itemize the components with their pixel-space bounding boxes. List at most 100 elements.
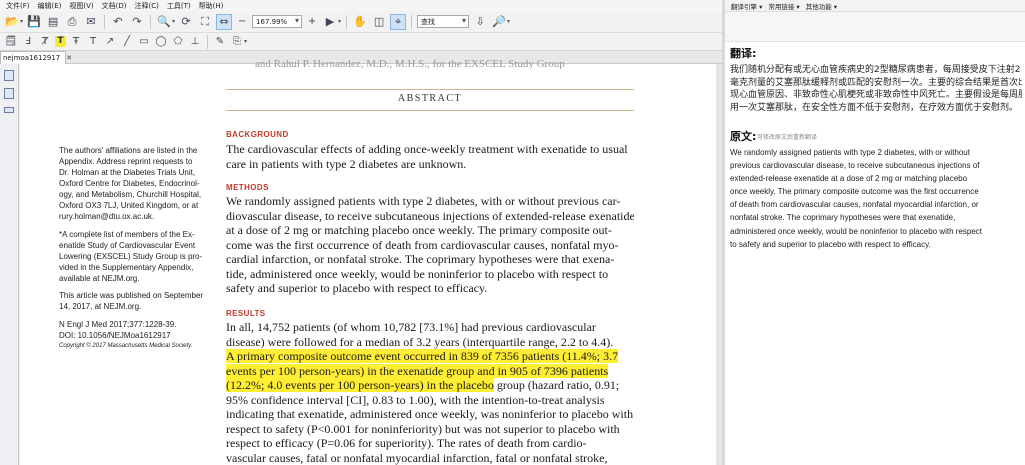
- translation-panel: 翻译引擎 ▾ 常用链接 ▾ 其他功能 ▾ 翻译: 我们随机分配有或无心血管疾病史…: [725, 0, 1025, 465]
- background-paragraph: The cardiovascular effects of adding onc…: [226, 142, 634, 171]
- menu-common-links[interactable]: 常用链接 ▾: [768, 1, 799, 11]
- text-line: diovascular disease, to receive subcutan…: [226, 208, 634, 223]
- fit-page-icon[interactable]: ⛶: [197, 14, 213, 30]
- translation-line: 毫克剂量的艾塞那肽缓释剂或匹配的安慰剂一次。主要的综合结果是首次出: [730, 77, 1022, 88]
- comment-toolbar: 🗒 Ⅎ Ⱦ T Ŧ T ↗ ╱ ▭ ◯ ⬠ ⊥ ✎ ⎘ ▾: [0, 33, 722, 51]
- text-line: at a dose of 2 mg or matching placebo on…: [226, 223, 612, 237]
- text-line: respect to efficacy (P=0.06 for superior…: [226, 436, 587, 450]
- translation-menu: 翻译引擎 ▾ 常用链接 ▾ 其他功能 ▾: [725, 0, 1025, 12]
- play-icon[interactable]: ▶: [322, 14, 338, 30]
- find-options-dropdown-icon[interactable]: ▾: [507, 18, 510, 25]
- save-icon[interactable]: 💾: [26, 14, 42, 30]
- translation-line: 用一次艾塞那肽，在安全性方面不低于安慰剂，在疗效方面优于安慰剂。: [730, 102, 1019, 113]
- methods-heading: METHODS: [226, 183, 269, 192]
- document-tab[interactable]: nejmoa1612917 ✕: [0, 51, 72, 64]
- note-line: Oxford Centre for Diabetes, Endocrinol-: [59, 179, 200, 188]
- original-line: We randomly assigned patients with type …: [730, 148, 970, 157]
- rectangle-icon[interactable]: ▭: [137, 35, 151, 49]
- document-tab-label: nejmoa1612917: [3, 54, 61, 62]
- find-options-icon[interactable]: 🔎: [491, 14, 507, 30]
- translation-line: 现心血管原因、非致命性心肌梗死或非致命性中风死亡。主要假设是每周服: [730, 90, 1022, 100]
- oval-icon[interactable]: ◯: [154, 35, 168, 49]
- open-dropdown-icon[interactable]: ▾: [20, 18, 23, 25]
- print-icon[interactable]: ⎙: [64, 14, 80, 30]
- note-line: 14, 2017, at NEJM.org.: [59, 302, 142, 311]
- original-line: once weekly. The primary composite outco…: [730, 187, 979, 197]
- arrow-icon[interactable]: ↗: [103, 35, 117, 49]
- abstract-title: ABSTRACT: [397, 93, 463, 104]
- original-text-editor[interactable]: We randomly assigned patients with type …: [730, 146, 1022, 251]
- original-line: nonfatal stroke. The coprimary hypothese…: [730, 213, 956, 223]
- zoom-out-icon[interactable]: −: [235, 15, 249, 29]
- abstract-rule: [226, 110, 634, 111]
- select-text-icon[interactable]: ⌖: [390, 13, 407, 30]
- highlighted-text[interactable]: (12.2%; 4.0 events per 100 person-years)…: [226, 378, 494, 392]
- menu-file[interactable]: 文件(F): [6, 1, 30, 11]
- bookmarks-panel-icon[interactable]: [4, 88, 14, 99]
- attach-dropdown-icon[interactable]: ▾: [244, 38, 247, 45]
- polygon-icon[interactable]: ⬠: [171, 35, 185, 49]
- toolbar-separator: [150, 14, 152, 29]
- results-paragraph: In all, 14,752 patients (of whom 10,782 …: [226, 320, 634, 465]
- pages-panel-icon[interactable]: [4, 70, 14, 81]
- text-line: vascular causes, fatal or nonfatal myoca…: [226, 450, 608, 465]
- text-line: disease) were followed for a median of 3…: [226, 334, 614, 349]
- note-line: Oxford OX3 7LJ, United Kingdom, or at: [59, 201, 199, 210]
- menu-document[interactable]: 文档(D): [102, 1, 127, 11]
- rotate-icon[interactable]: ⟳: [178, 14, 194, 30]
- menu-tools[interactable]: 工具(T): [167, 1, 191, 11]
- text-line: In all, 14,752 patients (of whom 10,782 …: [226, 320, 596, 334]
- email-icon[interactable]: ✉: [83, 14, 99, 30]
- text-line: The cardiovascular effects of adding onc…: [226, 142, 628, 156]
- attach-icon[interactable]: ⎘: [230, 35, 244, 49]
- zoom-in-icon[interactable]: +: [305, 15, 319, 29]
- text-line: safety and superior to placebo with resp…: [226, 281, 488, 295]
- snapshot-icon[interactable]: ◫: [371, 14, 387, 30]
- members-note: *A complete list of members of the Ex- e…: [59, 229, 217, 284]
- note-line: enatide Study of Cardiovascular Event: [59, 241, 196, 250]
- text-line: 95% confidence interval [CI], 0.83 to 1.…: [226, 392, 605, 407]
- copyright-line: Copyright © 2017 Massachusetts Medical S…: [59, 343, 193, 349]
- text-fragment: group (hazard ratio, 0.91;: [493, 378, 620, 392]
- zoom-dropdown-icon[interactable]: ▾: [172, 18, 175, 25]
- sticky-note-icon[interactable]: 🗒: [4, 35, 18, 49]
- edit-comment-icon[interactable]: ✎: [213, 35, 227, 49]
- text-line: We randomly assigned patients with type …: [226, 194, 621, 208]
- navigation-side-panel: [0, 64, 19, 465]
- translation-heading: 翻译:: [730, 47, 757, 60]
- menu-translate-engine[interactable]: 翻译引擎 ▾: [731, 1, 762, 11]
- menu-edit[interactable]: 编辑(E): [38, 1, 62, 11]
- menu-view[interactable]: 视图(V): [69, 1, 93, 11]
- redo-icon[interactable]: ↷: [129, 14, 145, 30]
- hand-tool-icon[interactable]: ✋: [352, 14, 368, 30]
- play-dropdown-icon[interactable]: ▾: [338, 18, 341, 25]
- highlighted-text[interactable]: A primary composite outcome event occurr…: [226, 349, 619, 363]
- textbox-icon[interactable]: T: [86, 35, 100, 49]
- menu-comment[interactable]: 注释(C): [135, 1, 159, 11]
- note-line: The authors' affiliations are listed in …: [59, 146, 198, 155]
- layers-panel-icon[interactable]: [4, 107, 14, 113]
- open-folder-icon[interactable]: 📂: [4, 14, 20, 30]
- note-line: *A complete list of members of the Ex-: [59, 230, 195, 239]
- find-next-icon[interactable]: ⇩: [472, 14, 488, 30]
- find-input[interactable]: 查找: [417, 15, 470, 28]
- properties-icon[interactable]: ▤: [45, 14, 61, 30]
- close-tab-icon[interactable]: ✕: [66, 54, 72, 62]
- typewriter-icon[interactable]: Ⱦ: [38, 35, 52, 49]
- toolbar-separator: [207, 34, 208, 49]
- menu-other-functions[interactable]: 其他功能 ▾: [806, 1, 837, 11]
- text-comment-icon[interactable]: Ⅎ: [21, 35, 35, 49]
- zoom-icon[interactable]: 🔍: [156, 14, 172, 30]
- translation-text[interactable]: 我们随机分配有或无心血管疾病史的2型糖尿病患者，每周接受皮下注射2 毫克剂量的艾…: [730, 64, 1022, 114]
- fit-width-icon[interactable]: ⇔: [216, 13, 233, 30]
- undo-icon[interactable]: ↶: [110, 14, 126, 30]
- stamp-icon[interactable]: ⊥: [188, 35, 202, 49]
- highlight-icon[interactable]: T: [55, 36, 66, 47]
- text-line: cardial infarction, or nonfatal stroke. …: [226, 252, 615, 266]
- strikeout-icon[interactable]: Ŧ: [69, 35, 83, 49]
- original-line: extended-release exenatide at a dose of …: [730, 174, 968, 184]
- line-icon[interactable]: ╱: [120, 35, 134, 49]
- menu-help[interactable]: 帮助(H): [199, 1, 224, 11]
- zoom-level-select[interactable]: 167.99%: [252, 15, 303, 28]
- highlighted-text[interactable]: events per 100 person-years) in the exen…: [226, 363, 609, 378]
